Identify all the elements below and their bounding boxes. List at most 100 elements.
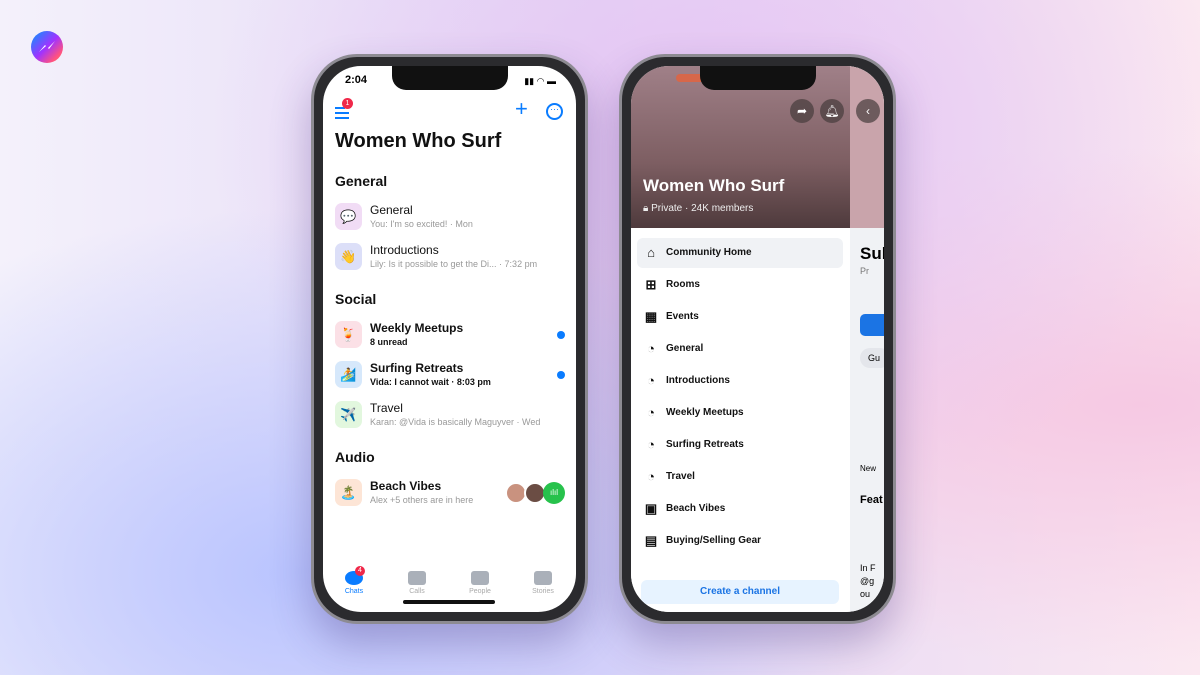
notch	[391, 66, 508, 90]
people-icon	[471, 571, 489, 585]
bg-privacy: Pr	[860, 266, 869, 276]
chat-name: Surfing Retreats	[370, 361, 464, 375]
calendar-icon: ▦	[644, 309, 658, 324]
chats-badge: 4	[355, 566, 365, 576]
chat-channel-icon: ◔	[647, 405, 655, 420]
menu-badge: 1	[342, 98, 353, 109]
bg-featured: Feat	[860, 494, 883, 506]
menu-label: Introductions	[666, 375, 730, 386]
tab-label: Calls	[409, 588, 425, 595]
unread-dot	[557, 331, 565, 339]
chat-preview: Lily: Is it possible to get the Di... · …	[370, 259, 538, 269]
menu-community-home[interactable]: ⌂ Community Home	[637, 238, 843, 268]
back-icon[interactable]: ‹	[856, 99, 880, 123]
tab-label: Stories	[532, 588, 554, 595]
menu-buying-selling-gear[interactable]: ▤ Buying/Selling Gear	[637, 526, 843, 556]
messenger-logo	[31, 31, 63, 63]
stories-icon	[534, 571, 552, 585]
chat-preview: 8 unread	[370, 337, 408, 347]
menu-introductions[interactable]: ◔ Introductions	[637, 366, 843, 396]
tab-label: People	[469, 588, 491, 595]
bg-post: ou	[860, 589, 871, 599]
status-icons: ▮▮ ◠ ▬	[524, 76, 556, 86]
chat-row[interactable]: 🏄 Surfing Retreats Vida: I cannot wait · 8…	[335, 361, 565, 391]
menu-label: Weekly Meetups	[666, 407, 744, 418]
section-general: General	[335, 173, 388, 189]
menu-events[interactable]: ▦ Events	[637, 302, 843, 332]
chat-name: Weekly Meetups	[370, 321, 464, 335]
section-social: Social	[335, 291, 377, 307]
community-drawer: ⌂ Community Home ⊞ Rooms ▦ Events ◔ General …	[631, 228, 850, 612]
section-audio: Audio	[335, 449, 375, 465]
status-time: 2:04	[345, 74, 368, 86]
phone-community: Sul Pr Gu New Feat In F @g ou ‹ ➦ 🔔︎ Wom…	[619, 54, 896, 624]
tab-chats[interactable]: 4 Chats	[329, 566, 379, 595]
home-icon: ⌂	[647, 245, 655, 260]
menu-label: Travel	[666, 471, 695, 482]
chat-name: Travel	[370, 401, 403, 415]
community-cover: ➦ 🔔︎ Women Who Surf 🔒︎ Private · 24K mem…	[631, 66, 850, 228]
menu-label: Buying/Selling Gear	[666, 535, 762, 546]
menu-weekly-meetups[interactable]: ◔ Weekly Meetups	[637, 398, 843, 428]
menu-surfing-retreats[interactable]: ◔ Surfing Retreats	[637, 430, 843, 460]
chat-preview: Vida: I cannot wait · 8:03 pm	[370, 377, 491, 387]
chat-row[interactable]: 🏝️ Beach Vibes Alex +5 others are in here …	[335, 479, 565, 509]
tab-label: Chats	[344, 588, 364, 595]
notch	[699, 66, 816, 90]
chat-icon: ✈️	[335, 401, 362, 428]
bg-chip: Gu	[860, 348, 884, 368]
bg-post: @g	[860, 576, 875, 586]
audio-channel-icon: ▣	[644, 501, 658, 516]
phone-chats: 2:04 ▮▮ ◠ ▬ 1 + ··· Women Who Surf Gener…	[311, 54, 588, 624]
background-page: Sul Pr Gu New Feat In F @g ou ‹	[850, 66, 884, 612]
chat-icon: 🏝️	[335, 479, 362, 506]
menu-label: Events	[666, 311, 699, 322]
plus-icon[interactable]: +	[515, 96, 528, 122]
menu-rooms[interactable]: ⊞ Rooms	[637, 270, 843, 300]
community-subtitle: 🔒︎ Private · 24K members	[643, 203, 754, 214]
unread-dot	[557, 371, 565, 379]
bg-title: Sul	[860, 244, 884, 263]
chat-preview: Alex +5 others are in here	[370, 495, 474, 505]
menu-label: Rooms	[666, 279, 700, 290]
video-plus-icon: ⊞	[645, 277, 657, 292]
menu-label: Community Home	[666, 247, 752, 258]
tab-stories[interactable]: Stories	[518, 571, 568, 595]
page-title: Women Who Surf	[335, 130, 502, 152]
bell-icon[interactable]: 🔔︎	[820, 99, 844, 123]
create-channel-button[interactable]: Create a channel	[641, 580, 839, 604]
chat-icon: 💬	[335, 203, 362, 230]
tab-calls[interactable]: Calls	[392, 571, 442, 595]
locked-channel-icon: ◔	[647, 437, 655, 452]
bg-banner: New	[860, 464, 877, 473]
share-icon[interactable]: ➦	[790, 99, 814, 123]
chat-preview: Karan: @Vida is basically Maguyver · Wed	[370, 417, 541, 427]
chat-row[interactable]: 👋 Introductions Lily: Is it possible to ge…	[335, 243, 565, 273]
chat-channel-icon: ◔	[647, 341, 655, 356]
chat-channel-icon: ◔	[647, 373, 655, 388]
chat-name: Beach Vibes	[370, 479, 442, 493]
menu-button[interactable]: 1	[335, 98, 353, 119]
menu-beach-vibes[interactable]: ▣ Beach Vibes	[637, 494, 843, 524]
menu-travel[interactable]: ◔ Travel	[637, 462, 843, 492]
bg-post: In F	[860, 563, 876, 573]
menu-label: General	[666, 343, 704, 354]
chat-name: Introductions	[370, 243, 439, 257]
video-icon	[408, 571, 426, 585]
privacy-members: Private · 24K members	[651, 203, 754, 214]
community-title: Women Who Surf	[643, 176, 785, 195]
menu-label: Surfing Retreats	[666, 439, 744, 450]
more-icon[interactable]: ···	[546, 103, 563, 120]
bg-join-button	[860, 314, 884, 336]
chat-icon: 🍹	[335, 321, 362, 348]
chat-row[interactable]: 💬 General You: I'm so excited! · Mon	[335, 203, 565, 233]
chat-row[interactable]: 🍹 Weekly Meetups 8 unread	[335, 321, 565, 351]
chat-name: General	[370, 203, 413, 217]
marketplace-channel-icon: ▤	[644, 533, 658, 548]
chat-row[interactable]: ✈️ Travel Karan: @Vida is basically Maguyv…	[335, 401, 565, 431]
menu-general[interactable]: ◔ General	[637, 334, 843, 364]
audio-wave-icon: ılıl	[543, 482, 565, 504]
locked-channel-icon: ◔	[647, 469, 655, 484]
tab-people[interactable]: People	[455, 571, 505, 595]
chat-icon: 👋	[335, 243, 362, 270]
